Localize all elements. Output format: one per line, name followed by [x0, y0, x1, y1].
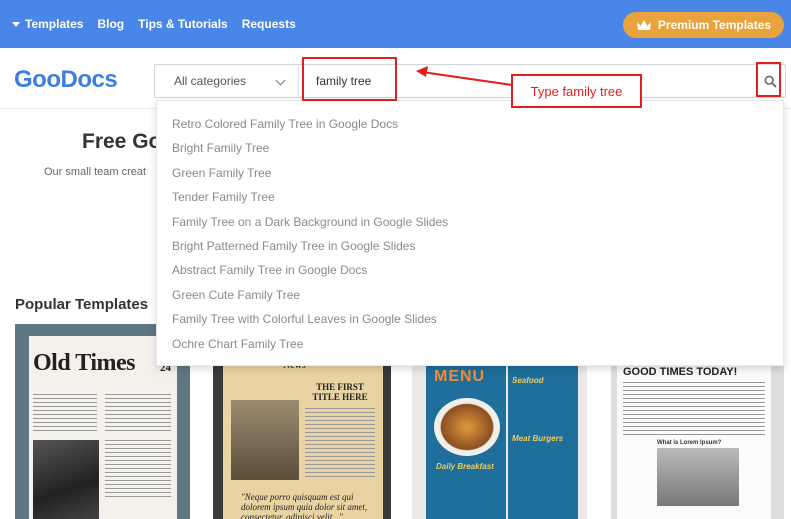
chevron-down-icon	[275, 75, 286, 86]
nav-tips-label: Tips & Tutorials	[138, 17, 228, 31]
crown-icon	[636, 20, 651, 30]
category-select-value: All categories	[174, 74, 247, 88]
thumb-title: Old Times	[33, 350, 135, 376]
building-photo	[231, 400, 299, 480]
menu-section-label: Seafood	[512, 376, 544, 385]
nav-requests[interactable]: Requests	[242, 17, 296, 31]
thumb-caption: What is Lorem Ipsum?	[657, 440, 722, 446]
suggestion-item[interactable]: Green Cute Family Tree	[157, 283, 783, 307]
site-logo[interactable]: GooDocs	[14, 66, 118, 94]
category-select[interactable]: All categories	[155, 65, 299, 97]
premium-templates-button[interactable]: Premium Templates	[623, 12, 784, 38]
premium-templates-label: Premium Templates	[657, 18, 772, 32]
thumb-quote: "Neque porro quisquam est qui dolorem ip…	[241, 492, 368, 519]
search-suggestions-dropdown: Retro Colored Family Tree in Google Docs…	[156, 100, 784, 366]
text-block	[33, 394, 97, 434]
nav-templates[interactable]: Templates	[12, 17, 83, 31]
suggestion-item[interactable]: Retro Colored Family Tree in Google Docs	[157, 112, 783, 136]
nav-blog[interactable]: Blog	[97, 17, 124, 31]
soldiers-photo	[657, 448, 739, 506]
suggestion-item[interactable]: Ochre Chart Family Tree	[157, 332, 783, 356]
suggestion-item[interactable]: Tender Family Tree	[157, 185, 783, 209]
suggestion-item[interactable]: Bright Family Tree	[157, 136, 783, 160]
thumb-title: MENU	[434, 368, 486, 385]
text-block	[623, 382, 765, 438]
arrow-left-icon	[416, 66, 513, 86]
annotation-highlight-search	[756, 62, 781, 97]
thumb-headline: THE FIRST TITLE HERE	[312, 382, 368, 402]
food-plate-image	[434, 398, 500, 456]
annotation-label: Type family tree	[511, 74, 642, 108]
suggestion-item[interactable]: Bright Patterned Family Tree in Google S…	[157, 234, 783, 258]
menu-section-label: Meat Burgers	[512, 434, 564, 443]
top-navigation-bar: Templates Blog Tips & Tutorials Requests…	[0, 0, 791, 48]
newspaper-preview: News THE FIRST TITLE HERE "Neque porro q…	[223, 352, 383, 519]
newspaper-preview: GOOD TIMES TODAY! What is Lorem Ipsum?	[617, 360, 771, 519]
nav-templates-label: Templates	[25, 17, 84, 31]
menu-section-label: Daily Breakfast	[436, 462, 494, 471]
newspaper-preview: Old Times 24	[29, 336, 177, 519]
suggestion-item[interactable]: Family Tree on a Dark Background in Goog…	[157, 210, 783, 234]
nav-blog-label: Blog	[97, 17, 125, 31]
text-block	[305, 408, 375, 480]
chevron-down-icon	[12, 21, 20, 27]
annotation-highlight-input	[302, 57, 397, 101]
hero-title: Free Go	[82, 130, 162, 153]
city-photo	[33, 440, 99, 519]
text-block	[105, 440, 171, 500]
thumb-title: GOOD TIMES TODAY!	[623, 366, 738, 378]
text-block	[105, 394, 171, 434]
nav-tips-tutorials[interactable]: Tips & Tutorials	[138, 17, 228, 31]
hero-subtitle: Our small team creat	[44, 166, 147, 178]
suggestion-item[interactable]: Green Family Tree	[157, 161, 783, 185]
suggestion-item[interactable]: Abstract Family Tree in Google Docs	[157, 258, 783, 282]
popular-templates-heading: Popular Templates	[15, 296, 149, 313]
suggestion-item[interactable]: Family Tree with Colorful Leaves in Goog…	[157, 307, 783, 331]
nav-requests-label: Requests	[241, 17, 296, 31]
